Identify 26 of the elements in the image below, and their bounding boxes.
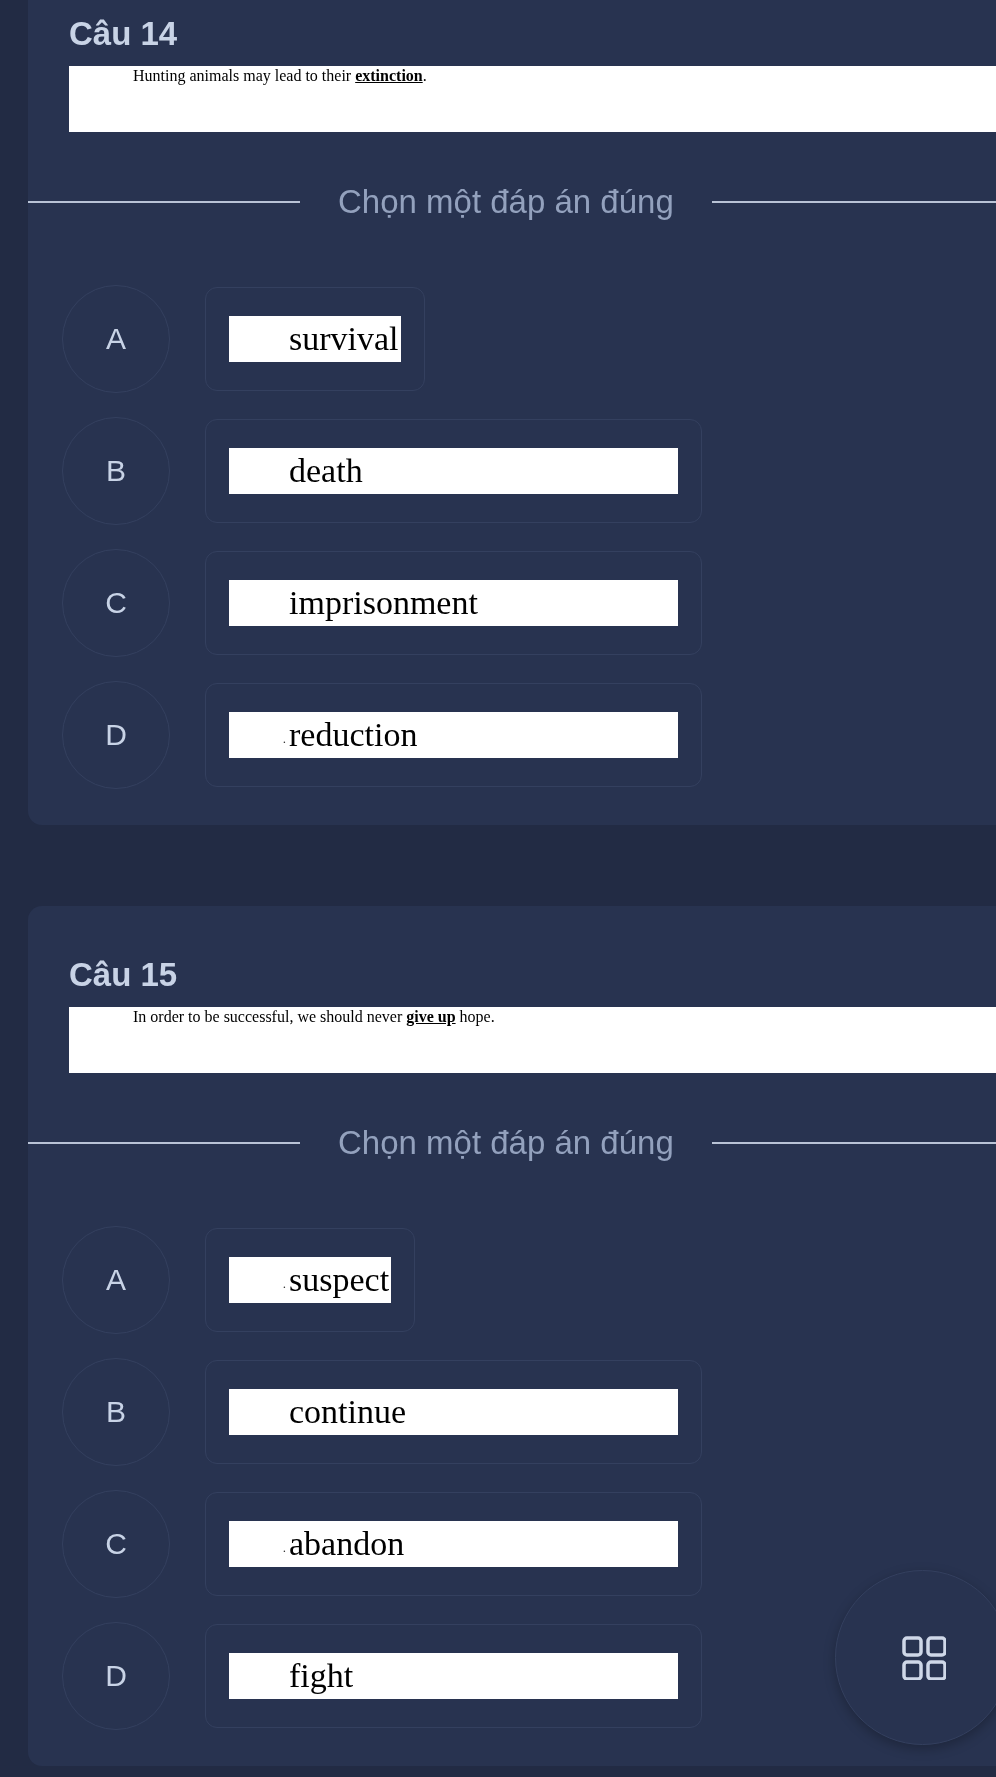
dot-mark: . [281,1540,287,1556]
answer-option[interactable]: .abandon [205,1492,702,1596]
answer-text: reduction [289,716,418,754]
answer-text: death [289,452,363,490]
answer-text: survival [289,320,399,358]
answer-text: suspect [289,1261,390,1299]
answer-text: continue [289,1393,407,1431]
answer-option[interactable]: imprisonment [205,551,702,655]
instruction-heading: Chọn một đáp án đúng [337,183,675,221]
grid-icon [902,1635,946,1680]
question-title: Câu 15 [69,955,178,995]
answer-option[interactable]: .suspect [205,1228,416,1332]
answer-option[interactable]: .reduction [205,683,702,787]
answer-text: imprisonment [289,584,478,622]
answer-option[interactable]: death [205,419,702,523]
answer-option[interactable]: survival [205,287,425,391]
answer-option[interactable]: fight [205,1624,702,1728]
answer-option[interactable]: continue [205,1360,702,1464]
question-title: Câu 14 [69,14,178,54]
dot-mark: . [281,731,287,747]
answer-text: abandon [289,1525,405,1563]
dot-mark: . [281,1276,287,1292]
instruction-heading: Chọn một đáp án đúng [337,1124,675,1162]
answer-text: fight [289,1657,354,1695]
question-prompt: Hunting animals may lead to their extinction. [69,66,996,132]
question-prompt: In order to be successful, we should never give up hope. [69,1007,996,1073]
